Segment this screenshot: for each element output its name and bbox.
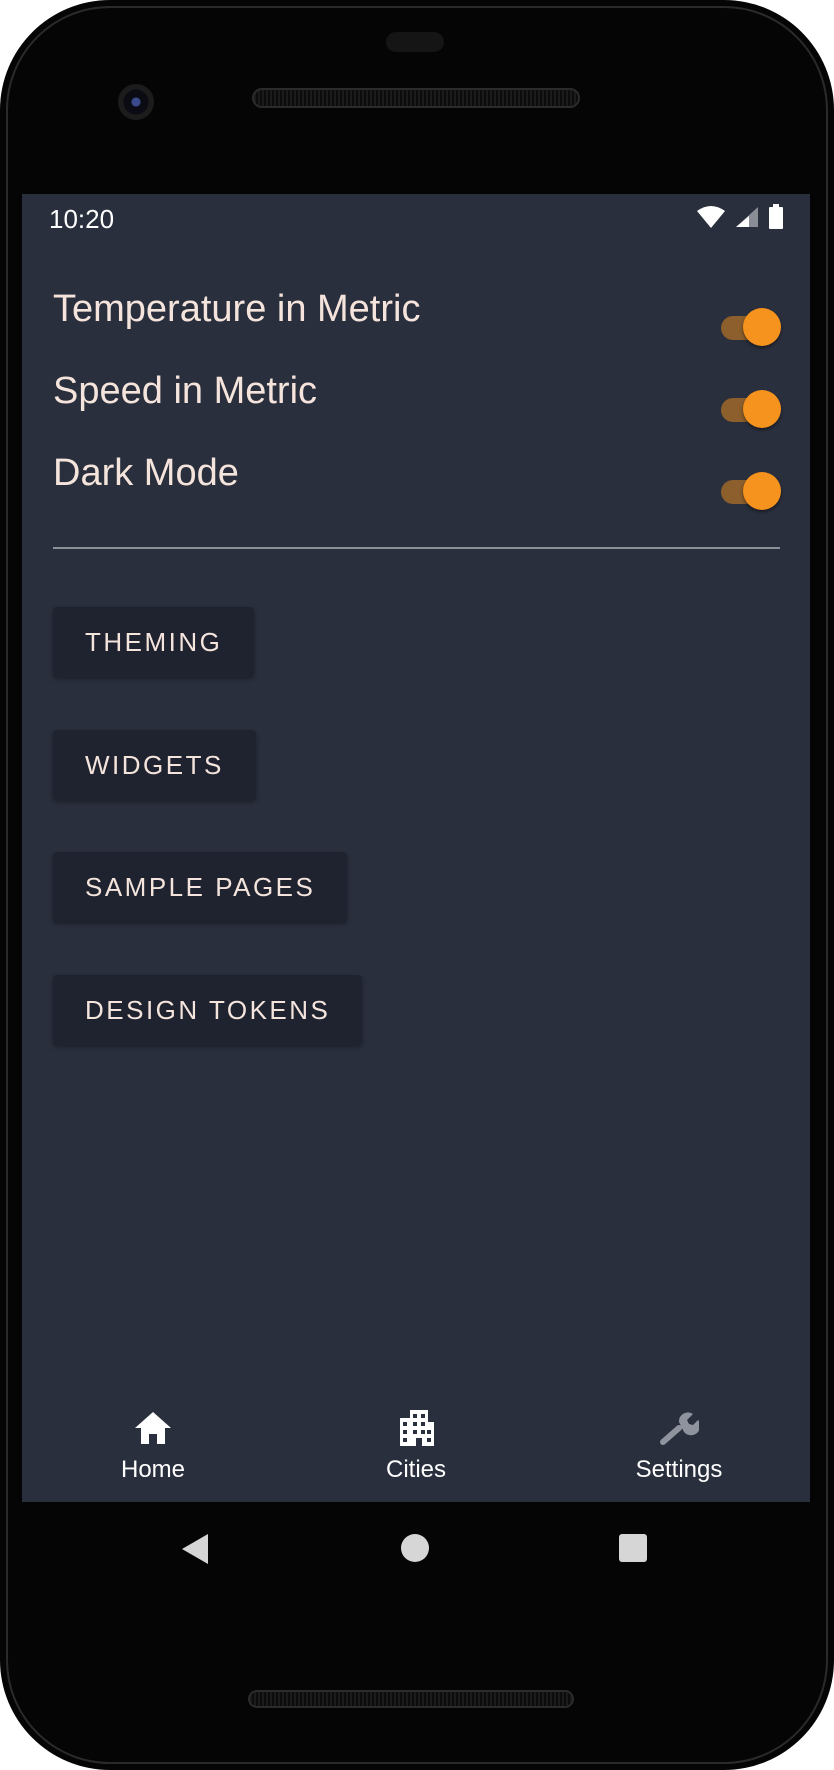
nav-item-home[interactable]: Home: [22, 1390, 284, 1502]
status-bar: 10:20: [22, 194, 810, 242]
divider: [53, 547, 780, 549]
bottom-navigation: Home Cities Settings: [22, 1390, 810, 1502]
setting-row-dark-mode: Dark Mode: [53, 452, 781, 512]
nav-label-cities: Cities: [385, 1456, 446, 1483]
setting-label-temperature: Temperature in Metric: [53, 288, 421, 330]
recents-square-icon[interactable]: [619, 1534, 647, 1562]
setting-row-temperature: Temperature in Metric: [53, 288, 781, 348]
earpiece-speaker: [252, 88, 580, 108]
dark-mode-switch[interactable]: [717, 470, 781, 510]
temperature-metric-switch[interactable]: [717, 306, 781, 346]
speed-metric-switch[interactable]: [717, 388, 781, 428]
status-time: 10:20: [49, 204, 115, 234]
setting-label-dark-mode: Dark Mode: [53, 452, 239, 494]
nav-item-settings[interactable]: Settings: [548, 1390, 810, 1502]
phone-frame: 10:20 Temperature in Metric Speed in Met…: [0, 0, 834, 1770]
proximity-sensor: [386, 32, 444, 52]
theming-button[interactable]: THEMING: [53, 607, 255, 677]
cell-signal-icon: [736, 207, 758, 227]
wifi-icon: [697, 206, 725, 228]
front-camera-icon: [118, 84, 154, 120]
app-screen: 10:20 Temperature in Metric Speed in Met…: [22, 194, 810, 1502]
system-navigation-bar: [0, 1502, 834, 1592]
setting-label-speed: Speed in Metric: [53, 370, 318, 412]
wrench-icon: [660, 1412, 699, 1445]
design-tokens-button[interactable]: DESIGN TOKENS: [53, 975, 363, 1045]
status-icons: [696, 204, 784, 230]
sample-pages-button[interactable]: SAMPLE PAGES: [53, 852, 348, 922]
battery-icon: [769, 204, 783, 229]
switch-thumb: [743, 390, 781, 428]
switch-thumb: [743, 308, 781, 346]
setting-row-speed: Speed in Metric: [53, 370, 781, 430]
building-icon: [400, 1410, 434, 1446]
bottom-speaker-grille: [248, 1690, 574, 1708]
nav-item-cities[interactable]: Cities: [285, 1390, 547, 1502]
home-circle-icon[interactable]: [401, 1534, 429, 1562]
back-triangle-icon[interactable]: [180, 1532, 210, 1566]
nav-label-settings: Settings: [635, 1456, 723, 1483]
nav-label-home: Home: [120, 1456, 186, 1483]
home-icon: [135, 1412, 171, 1444]
switch-thumb: [743, 472, 781, 510]
widgets-button[interactable]: WIDGETS: [53, 730, 256, 800]
